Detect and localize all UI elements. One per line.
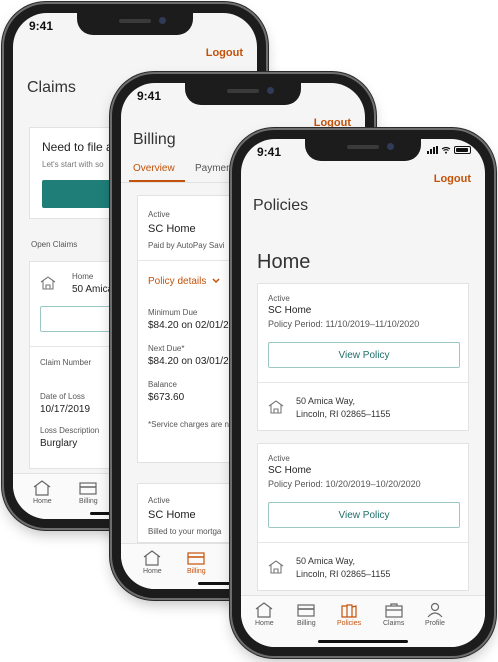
home-indicator [318,640,408,643]
card-icon [79,482,97,495]
tab-home[interactable]: Home [255,602,274,627]
home-icon [33,480,51,496]
tab-home[interactable]: Home [33,480,52,505]
tab-billing[interactable]: Billing [79,480,98,505]
card-icon [297,604,315,617]
tab-home[interactable]: Home [143,550,162,575]
tab-policies[interactable]: Policies [337,602,361,627]
claim-number-label: Claim Number [40,358,92,367]
home-icon [143,550,161,566]
minimum-due-label: Minimum Due [148,308,198,317]
balance-label: Balance [148,380,177,389]
policy-status: Active [268,454,290,463]
divider [258,382,468,383]
home-icon [40,276,56,290]
view-policy-button[interactable]: View Policy [268,502,460,528]
service-note: *Service charges are no [148,420,234,429]
minimum-due-value: $84.20 on 02/01/2 [148,320,229,331]
tab-claims[interactable]: Claims [383,602,404,627]
logout-link[interactable]: Logout [434,173,471,185]
policy-period: Policy Period: 11/10/2019–11/10/2020 [268,319,420,329]
billing-policy-name-2: SC Home [148,509,196,521]
tab-billing[interactable]: Billing [297,602,316,627]
tab-policies-label: Policies [337,620,362,627]
policies-icon [341,604,357,618]
policy-address-line1: 50 Amica Way, [296,556,356,566]
section-title: Home [257,251,311,273]
divider [258,542,468,543]
tab-claims-label: Claims [383,620,405,627]
battery-icon [454,146,471,154]
policy-address-line2: Lincoln, RI 02865–1155 [296,569,391,579]
tab-home-label: Home [33,498,52,505]
policy-card-1: Active SC Home Policy Period: 11/10/2019… [257,283,469,431]
page-title: Claims [27,79,76,96]
policy-details-toggle[interactable]: Policy details [148,276,220,287]
claim-item-title: Home [72,272,94,281]
billing-status: Active [148,210,170,219]
tab-billing-label: Billing [187,568,206,575]
billing-billed-to: Billed to your mortga [148,527,222,536]
phone-policies: 9:41 Logout Policies Home Active SC Home… [232,130,494,656]
tab-home-label: Home [255,620,274,627]
billing-paid-by: Paid by AutoPay Savi [148,241,225,250]
signal-icon [427,146,438,154]
open-claims-label: Open Claims [31,240,78,249]
policy-status: Active [268,294,290,303]
chevron-down-icon [212,278,220,284]
balance-value: $673.60 [148,392,185,403]
home-icon [255,602,273,618]
building-icon [268,400,284,414]
billing-policy-name: SC Home [148,223,196,235]
policy-name: SC Home [268,465,312,476]
status-bar: 9:41 [13,13,257,37]
tab-profile-label: Profile [425,620,445,627]
policy-card-2: Active SC Home Policy Period: 10/20/2019… [257,443,469,591]
tab-billing[interactable]: Billing [187,550,206,575]
status-bar: 9:41 [121,83,365,107]
tab-payment[interactable]: Payment [195,163,234,174]
policy-address-line2: Lincoln, RI 02865–1155 [296,409,391,419]
page-title: Policies [253,197,309,214]
next-due-label: Next Due* [148,344,185,353]
briefcase-icon [385,603,403,618]
logout-link[interactable]: Logout [206,47,243,59]
status-time: 9:41 [257,145,282,159]
building-icon [268,560,284,574]
profile-icon [427,602,443,618]
file-claim-heading: Need to file a [42,140,113,154]
policy-name: SC Home [268,305,312,316]
status-time: 9:41 [29,19,54,33]
status-time: 9:41 [137,89,162,103]
policy-address-line1: 50 Amica Way, [296,396,356,406]
status-bar: 9:41 [241,139,485,163]
date-of-loss-value: 10/17/2019 [40,404,91,415]
date-of-loss-label: Date of Loss [40,392,85,401]
wifi-icon [441,146,451,154]
status-icons [427,146,471,154]
billing-status-2: Active [148,496,170,505]
next-due-value: $84.20 on 03/01/2 [148,356,229,367]
policies-screen: 9:41 Logout Policies Home Active SC Home… [241,139,485,647]
card-icon [187,552,205,565]
policy-period: Policy Period: 10/20/2019–10/20/2020 [268,479,421,489]
policies-tab-bar: Home Billing Policies Claims Profile [241,595,485,647]
tab-overview-underline [129,180,185,182]
tab-home-label: Home [143,568,162,575]
view-policy-button[interactable]: View Policy [268,342,460,368]
tab-billing-label: Billing [297,620,316,627]
page-title: Billing [133,131,176,148]
tab-profile[interactable]: Profile [425,602,445,627]
logout-link[interactable]: Logout [314,117,351,129]
loss-description-label: Loss Description [40,426,100,435]
policy-details-label: Policy details [148,276,207,287]
tab-billing-label: Billing [79,498,98,505]
tab-overview[interactable]: Overview [133,163,175,174]
loss-description-value: Burglary [40,438,78,449]
file-claim-sub: Let's start with so [42,160,104,169]
